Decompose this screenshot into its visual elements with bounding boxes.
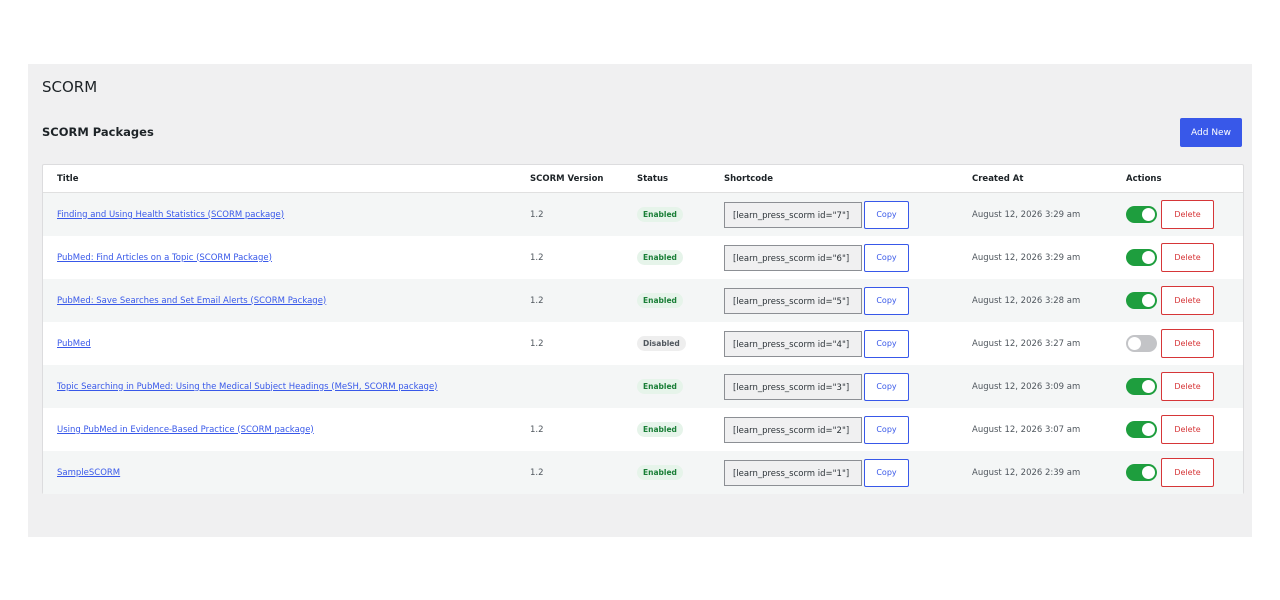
package-title-link[interactable]: PubMed: Save Searches and Set Email Aler… xyxy=(57,296,326,306)
toggle-knob xyxy=(1142,208,1155,221)
status-toggle[interactable] xyxy=(1126,421,1157,438)
scorm-version: 1.2 xyxy=(530,192,637,236)
toggle-knob xyxy=(1142,294,1155,307)
status-badge: Enabled xyxy=(637,293,683,308)
shortcode-field[interactable]: [learn_press_scorm id="1"] xyxy=(724,459,862,486)
toggle-knob xyxy=(1142,423,1155,436)
table-row: Using PubMed in Evidence-Based Practice … xyxy=(43,408,1243,451)
delete-button[interactable]: Delete xyxy=(1161,329,1214,358)
header-shortcode: Shortcode xyxy=(724,165,972,193)
header-title: Title xyxy=(43,165,530,193)
scorm-version: 1.2 xyxy=(530,252,544,263)
table-row: SampleSCORM 1.2 Enabled [learn_press_sco… xyxy=(43,451,1243,494)
scorm-panel: SCORM SCORM Packages Add New Title SCORM… xyxy=(28,64,1252,537)
toggle-knob xyxy=(1142,251,1155,264)
add-new-button[interactable]: Add New xyxy=(1180,118,1242,147)
copy-button[interactable]: Copy xyxy=(864,329,909,358)
copy-button[interactable]: Copy xyxy=(864,243,909,272)
page-title: SCORM xyxy=(42,78,98,96)
table-row: PubMed 1.2 Disabled [learn_press_scorm i… xyxy=(43,322,1243,365)
package-title-link[interactable]: Using PubMed in Evidence-Based Practice … xyxy=(57,425,314,435)
status-badge: Enabled xyxy=(637,379,683,394)
toggle-knob xyxy=(1128,337,1141,350)
status-badge: Disabled xyxy=(637,336,686,351)
table-row: Finding and Using Health Statistics (SCO… xyxy=(43,192,1243,236)
delete-button[interactable]: Delete xyxy=(1161,286,1214,315)
copy-button[interactable]: Copy xyxy=(864,372,909,401)
table-row: PubMed: Find Articles on a Topic (SCORM … xyxy=(43,236,1243,279)
scorm-version: 1.2 xyxy=(530,338,544,349)
package-title-link[interactable]: SampleSCORM xyxy=(57,468,120,478)
created-at: August 12, 2026 3:27 am xyxy=(972,338,1081,349)
header-status: Status xyxy=(637,165,724,193)
shortcode-field[interactable]: [learn_press_scorm id="5"] xyxy=(724,287,862,314)
scorm-version xyxy=(530,365,637,408)
header-created: Created At xyxy=(972,165,1126,193)
shortcode-field[interactable]: [learn_press_scorm id="6"] xyxy=(724,244,862,271)
delete-button[interactable]: Delete xyxy=(1161,458,1214,487)
shortcode-field[interactable]: [learn_press_scorm id="3"] xyxy=(724,373,862,400)
table-header-row: Title SCORM Version Status Shortcode Cre… xyxy=(43,165,1243,193)
packages-table: Title SCORM Version Status Shortcode Cre… xyxy=(42,164,1244,494)
created-at: August 12, 2026 3:29 am xyxy=(972,192,1126,236)
status-toggle[interactable] xyxy=(1126,206,1157,223)
copy-button[interactable]: Copy xyxy=(864,458,909,487)
shortcode-field[interactable]: [learn_press_scorm id="7"] xyxy=(724,201,862,228)
created-at: August 12, 2026 3:29 am xyxy=(972,252,1081,263)
header-version: SCORM Version xyxy=(530,165,637,193)
package-title-link[interactable]: Finding and Using Health Statistics (SCO… xyxy=(57,210,284,220)
created-at: August 12, 2026 3:09 am xyxy=(972,365,1126,408)
table-row: PubMed: Save Searches and Set Email Aler… xyxy=(43,279,1243,322)
shortcode-field[interactable]: [learn_press_scorm id="4"] xyxy=(724,330,862,357)
copy-button[interactable]: Copy xyxy=(864,415,909,444)
package-title-link[interactable]: Topic Searching in PubMed: Using the Med… xyxy=(57,382,438,392)
toggle-knob xyxy=(1142,466,1155,479)
scorm-version: 1.2 xyxy=(530,451,637,494)
package-title-link[interactable]: PubMed xyxy=(57,339,91,349)
status-toggle[interactable] xyxy=(1126,378,1157,395)
copy-button[interactable]: Copy xyxy=(864,286,909,315)
status-badge: Enabled xyxy=(637,422,683,437)
status-badge: Enabled xyxy=(637,465,683,480)
package-title-link[interactable]: PubMed: Find Articles on a Topic (SCORM … xyxy=(57,253,272,263)
created-at: August 12, 2026 2:39 am xyxy=(972,451,1126,494)
delete-button[interactable]: Delete xyxy=(1161,243,1214,272)
scorm-version: 1.2 xyxy=(530,424,544,435)
status-toggle[interactable] xyxy=(1126,249,1157,266)
scorm-version: 1.2 xyxy=(530,279,637,322)
status-toggle[interactable] xyxy=(1126,335,1157,352)
header-actions: Actions xyxy=(1126,165,1243,193)
section-title: SCORM Packages xyxy=(42,125,154,139)
status-badge: Enabled xyxy=(637,207,683,222)
created-at: August 12, 2026 3:28 am xyxy=(972,279,1126,322)
status-badge: Enabled xyxy=(637,250,683,265)
delete-button[interactable]: Delete xyxy=(1161,372,1214,401)
status-toggle[interactable] xyxy=(1126,464,1157,481)
copy-button[interactable]: Copy xyxy=(864,200,909,229)
delete-button[interactable]: Delete xyxy=(1161,415,1214,444)
shortcode-field[interactable]: [learn_press_scorm id="2"] xyxy=(724,416,862,443)
table-row: Topic Searching in PubMed: Using the Med… xyxy=(43,365,1243,408)
created-at: August 12, 2026 3:07 am xyxy=(972,424,1081,435)
delete-button[interactable]: Delete xyxy=(1161,200,1214,229)
status-toggle[interactable] xyxy=(1126,292,1157,309)
toggle-knob xyxy=(1142,380,1155,393)
